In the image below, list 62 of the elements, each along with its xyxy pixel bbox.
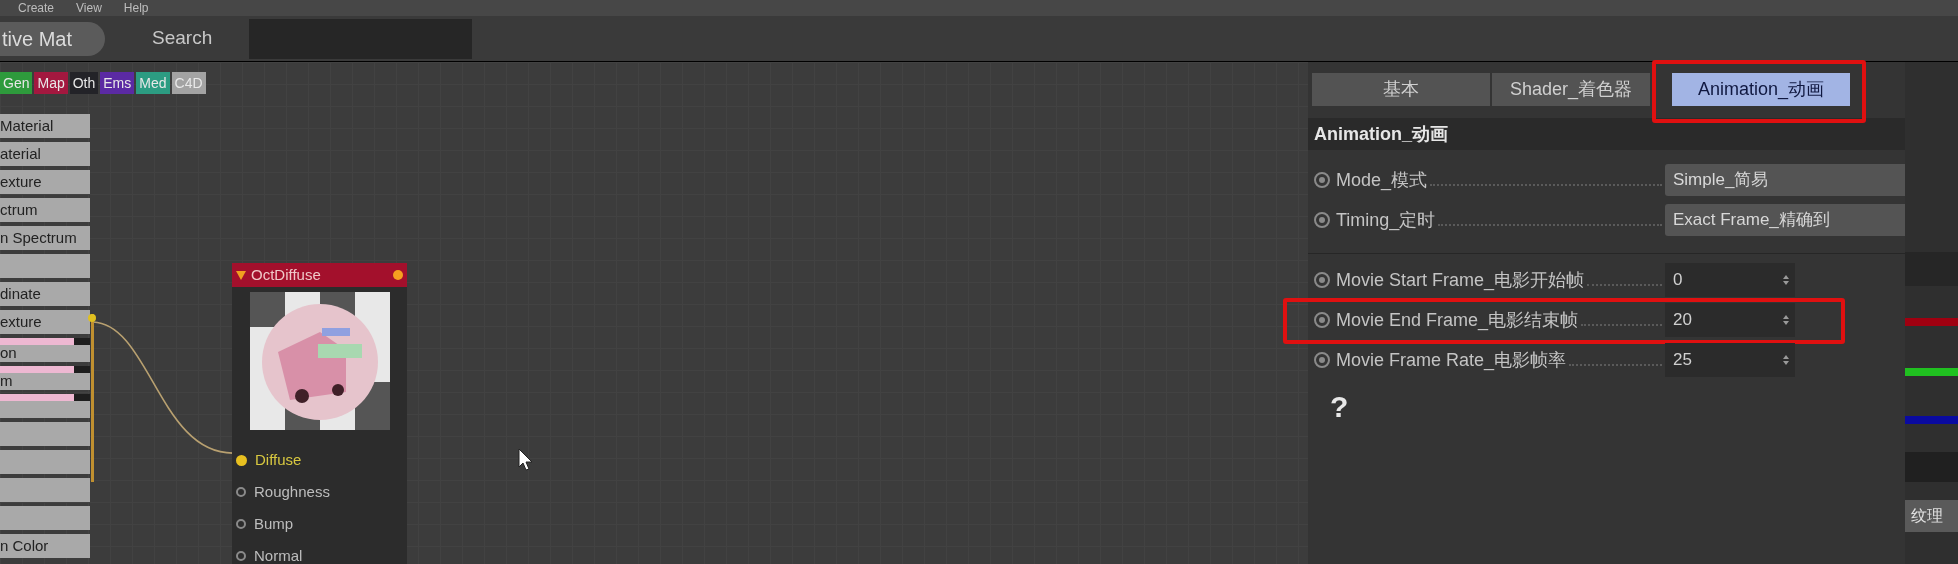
node-list-item[interactable] bbox=[0, 450, 90, 474]
node-list-item[interactable] bbox=[0, 254, 90, 278]
field-label: Movie End Frame_电影结束帧 bbox=[1336, 308, 1579, 333]
field-label: Movie Start Frame_电影开始帧 bbox=[1336, 268, 1585, 293]
keyframe-icon[interactable] bbox=[1314, 272, 1330, 288]
category-tag[interactable]: Ems bbox=[100, 72, 135, 94]
input-port-icon[interactable] bbox=[236, 454, 247, 466]
number-field[interactable]: 20 bbox=[1665, 303, 1795, 337]
input-port-icon[interactable] bbox=[236, 487, 246, 497]
node-list-item[interactable]: on bbox=[0, 338, 90, 362]
tab[interactable]: Shader_着色器 bbox=[1492, 73, 1650, 106]
menu-item[interactable]: Help bbox=[123, 1, 149, 15]
keyframe-icon[interactable] bbox=[1314, 312, 1330, 328]
node-list-item[interactable]: Material bbox=[0, 114, 90, 138]
field-label: Movie Frame Rate_电影帧率 bbox=[1336, 348, 1567, 373]
input-port-icon[interactable] bbox=[236, 551, 246, 561]
dropdown[interactable]: Exact Frame_精确到 bbox=[1665, 204, 1905, 236]
node-list-item[interactable]: n Spectrum bbox=[0, 226, 90, 250]
port-label: Diffuse bbox=[255, 449, 302, 470]
menu-item[interactable]: Create bbox=[18, 1, 55, 15]
input-port-icon[interactable] bbox=[236, 519, 246, 529]
spinner-icon[interactable] bbox=[1783, 315, 1789, 325]
number-field[interactable]: 0 bbox=[1665, 263, 1795, 297]
tab[interactable]: 基本 bbox=[1312, 73, 1490, 106]
spinner-icon[interactable] bbox=[1783, 355, 1789, 365]
node-list-item[interactable]: exture bbox=[0, 310, 90, 334]
texture-button[interactable]: 纹理 bbox=[1905, 500, 1958, 532]
node-list-item[interactable]: m bbox=[0, 366, 90, 390]
node-list-item[interactable] bbox=[0, 478, 90, 502]
keyframe-icon[interactable] bbox=[1314, 212, 1330, 228]
node-list-item[interactable] bbox=[0, 394, 90, 418]
node-list-item[interactable]: ctrum bbox=[0, 198, 90, 222]
color-bar bbox=[1905, 368, 1958, 376]
dropdown[interactable]: Simple_简易 bbox=[1665, 164, 1905, 196]
color-bar bbox=[1905, 318, 1958, 326]
menu-item[interactable]: View bbox=[76, 1, 102, 15]
node-list-item[interactable]: aterial bbox=[0, 142, 90, 166]
field-label: Mode_模式 bbox=[1336, 168, 1428, 193]
search-label: Search bbox=[152, 26, 213, 51]
node-list-item[interactable] bbox=[0, 506, 90, 530]
collapse-triangle-icon[interactable] bbox=[236, 270, 246, 280]
keyframe-icon[interactable] bbox=[1314, 172, 1330, 188]
node-title: OctDiffuse bbox=[251, 264, 322, 285]
node-list-item[interactable]: n Color bbox=[0, 534, 90, 558]
spinner-icon[interactable] bbox=[1783, 275, 1789, 285]
tab[interactable]: Animation_动画 bbox=[1672, 73, 1850, 106]
category-tag[interactable]: Oth bbox=[69, 72, 99, 94]
section-header: Animation_动画 bbox=[1308, 118, 1905, 150]
node-list-item[interactable]: exture bbox=[0, 170, 90, 194]
node-list-item[interactable] bbox=[0, 422, 90, 446]
port-label: Bump bbox=[254, 513, 294, 534]
category-tag[interactable]: Map bbox=[34, 72, 68, 94]
keyframe-icon[interactable] bbox=[1314, 352, 1330, 368]
mode-button[interactable]: tive Mat bbox=[0, 21, 105, 56]
node-list-item[interactable]: dinate bbox=[0, 282, 90, 306]
help-icon[interactable]: ? bbox=[1330, 384, 1354, 429]
number-field[interactable]: 25 bbox=[1665, 343, 1795, 377]
field-label: Timing_定时 bbox=[1336, 208, 1436, 233]
mouse-cursor-icon bbox=[518, 448, 534, 472]
port-label: Roughness bbox=[254, 481, 330, 502]
port-label: Normal bbox=[254, 545, 303, 564]
color-bar bbox=[1905, 416, 1958, 424]
